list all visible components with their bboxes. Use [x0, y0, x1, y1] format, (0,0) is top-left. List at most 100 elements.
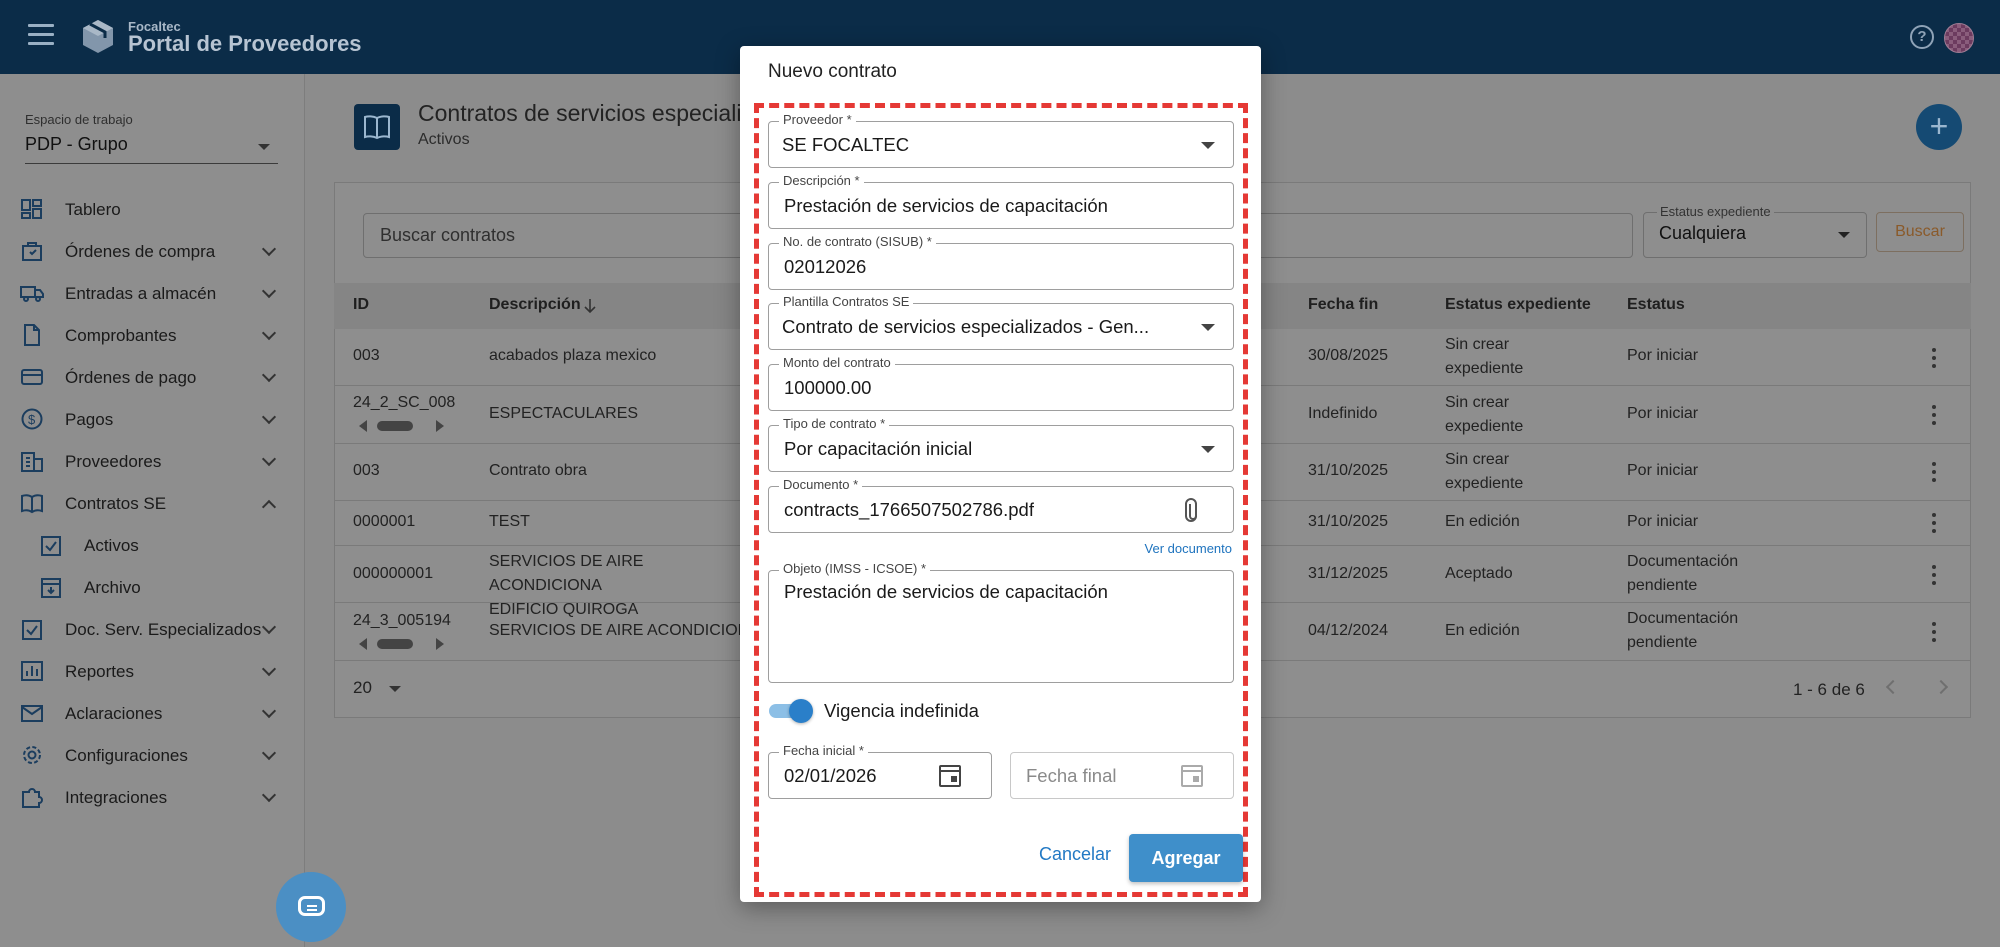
sidebar-item-reportes[interactable]: Reportes	[0, 654, 305, 688]
chat-button[interactable]	[276, 872, 346, 942]
cell-estatus: Documentación pendiente	[1627, 553, 1739, 594]
view-document-link[interactable]: Ver documento	[1145, 541, 1232, 556]
status-filter-label: Estatus expediente	[1657, 204, 1774, 219]
pagination-range: 1 - 6 de 6	[1793, 680, 1865, 699]
arrow-down-icon[interactable]	[584, 298, 596, 314]
template-select[interactable]: Plantilla Contratos SE Contrato de servi…	[768, 294, 1234, 350]
hamburger-menu-icon[interactable]	[28, 24, 54, 48]
contract-type-select[interactable]: Tipo de contrato * Por capacitación inic…	[768, 416, 1234, 472]
page-size-select[interactable]: 20	[353, 678, 372, 698]
building-icon	[21, 452, 43, 472]
objeto-textarea[interactable]: Objeto (IMSS - ICSOE) * Prestación de se…	[768, 561, 1234, 683]
chevron-down-icon	[261, 787, 277, 803]
row-menu-icon[interactable]	[1932, 513, 1936, 533]
scroll-right-icon[interactable]	[436, 638, 444, 650]
avatar[interactable]	[1944, 23, 1974, 53]
end-date-field[interactable]: Fecha final	[1010, 752, 1234, 799]
chevron-down-icon	[261, 283, 277, 299]
column-header-estatus-expediente[interactable]: Estatus expediente	[1445, 296, 1591, 314]
calendar-icon[interactable]	[939, 765, 961, 787]
dollar-icon: $	[21, 408, 43, 430]
scroll-left-icon[interactable]	[359, 420, 367, 432]
sidebar-subitem-activos[interactable]: Activos	[0, 528, 305, 562]
add-button[interactable]: Agregar	[1129, 834, 1243, 882]
amount-field[interactable]: Monto del contrato 100000.00	[768, 355, 1234, 411]
sidebar-item-tablero[interactable]: Tablero	[0, 192, 305, 226]
sidebar-item-integraciones[interactable]: Integraciones	[0, 780, 305, 814]
cell-descripcion: SERVICIOS DE AIRE ACONDICIONA EDIFICIO Q…	[489, 553, 644, 618]
status-filter-value: Cualquiera	[1659, 223, 1747, 243]
cell-estatus: Documentación pendiente	[1627, 610, 1739, 651]
chevron-down-icon	[261, 661, 277, 677]
document-upload-field[interactable]: Documento * contracts_1766507502786.pdf	[768, 477, 1234, 533]
book-icon	[354, 104, 400, 150]
cell-descripcion: acabados plaza mexico	[489, 347, 657, 364]
scrollbar-thumb[interactable]	[377, 421, 413, 431]
column-header-estatus[interactable]: Estatus	[1627, 296, 1685, 314]
proveedor-select[interactable]: Proveedor * SE FOCALTEC	[768, 112, 1234, 168]
caret-down-icon	[1201, 142, 1215, 149]
help-icon[interactable]: ?	[1910, 25, 1934, 49]
sidebar-item-doc-serv[interactable]: Doc. Serv. Especializados	[0, 612, 305, 646]
field-value: Prestación de servicios de capacitación	[784, 581, 1108, 602]
column-header-descripcion[interactable]: Descripción	[489, 296, 581, 314]
cell-estatus-expediente: Sin crear expediente	[1445, 451, 1524, 492]
calendar-icon[interactable]	[1181, 765, 1203, 787]
chevron-down-icon	[261, 325, 277, 341]
chevron-up-icon	[261, 499, 277, 515]
credit-card-icon	[21, 369, 43, 385]
row-menu-icon[interactable]	[1932, 622, 1936, 642]
workspace-select[interactable]: PDP - Grupo	[25, 134, 128, 155]
sidebar-item-pagos[interactable]: $ Pagos	[0, 402, 305, 436]
row-menu-icon[interactable]	[1932, 405, 1936, 425]
descripcion-field[interactable]: Descripción * Prestación de servicios de…	[768, 173, 1234, 229]
scrollbar-thumb[interactable]	[377, 639, 413, 649]
scroll-left-icon[interactable]	[359, 638, 367, 650]
cell-descripcion: ESPECTACULARES	[489, 405, 639, 422]
workspace-caret-icon[interactable]	[258, 144, 270, 150]
cancel-button[interactable]: Cancelar	[1030, 836, 1120, 872]
column-header-fecha-fin[interactable]: Fecha fin	[1308, 296, 1378, 314]
row-menu-icon[interactable]	[1932, 462, 1936, 482]
sidebar: Espacio de trabajo PDP - Grupo Tablero Ó…	[0, 74, 305, 947]
field-label: Documento *	[779, 477, 863, 492]
start-date-field[interactable]: Fecha inicial * 02/01/2026	[768, 743, 992, 799]
row-menu-icon[interactable]	[1932, 348, 1936, 368]
cell-estatus-expediente: En edición	[1445, 622, 1520, 639]
sidebar-item-aclaraciones[interactable]: Aclaraciones	[0, 696, 305, 730]
column-header-id[interactable]: ID	[353, 296, 369, 314]
sidebar-item-label: Integraciones	[65, 788, 168, 807]
sidebar-item-ordenes-pago[interactable]: Órdenes de pago	[0, 360, 305, 394]
sidebar-item-contratos-se[interactable]: Contratos SE	[0, 486, 305, 520]
field-value: Contrato de servicios especializados - G…	[782, 316, 1150, 337]
contract-number-field[interactable]: No. de contrato (SISUB) * 02012026	[768, 234, 1234, 290]
puzzle-icon	[22, 788, 43, 808]
field-value: SE FOCALTEC	[782, 134, 910, 155]
sidebar-item-ordenes-compra[interactable]: Órdenes de compra	[0, 234, 305, 268]
paperclip-icon[interactable]	[1185, 498, 1197, 522]
book-icon	[21, 494, 43, 514]
chevron-down-icon	[261, 241, 277, 257]
sidebar-item-entradas[interactable]: Entradas a almacén	[0, 276, 305, 310]
chevron-down-icon	[261, 745, 277, 761]
search-button[interactable]: Buscar	[1876, 212, 1964, 252]
workspace-label: Espacio de trabajo	[25, 112, 133, 127]
cell-descripcion: TEST	[489, 513, 530, 530]
cell-fecha-fin: 31/10/2025	[1308, 513, 1389, 530]
chart-icon	[21, 661, 43, 681]
sidebar-item-configuraciones[interactable]: Configuraciones	[0, 738, 305, 772]
row-menu-icon[interactable]	[1932, 565, 1936, 585]
sidebar-item-proveedores[interactable]: Proveedores	[0, 444, 305, 478]
sidebar-item-label: Aclaraciones	[65, 704, 163, 723]
svg-text:$: $	[28, 412, 36, 427]
field-placeholder: Fecha final	[1026, 765, 1117, 786]
sidebar-subitem-label: Archivo	[84, 578, 141, 597]
chevron-down-icon	[261, 703, 277, 719]
sidebar-subitem-archivo[interactable]: Archivo	[0, 570, 305, 604]
add-contract-button[interactable]: +	[1916, 104, 1962, 150]
sidebar-item-comprobantes[interactable]: Comprobantes	[0, 318, 305, 352]
toggle-knob	[789, 699, 813, 723]
caret-down-icon[interactable]	[389, 686, 401, 692]
vigencia-toggle[interactable]	[769, 698, 813, 724]
scroll-right-icon[interactable]	[436, 420, 444, 432]
